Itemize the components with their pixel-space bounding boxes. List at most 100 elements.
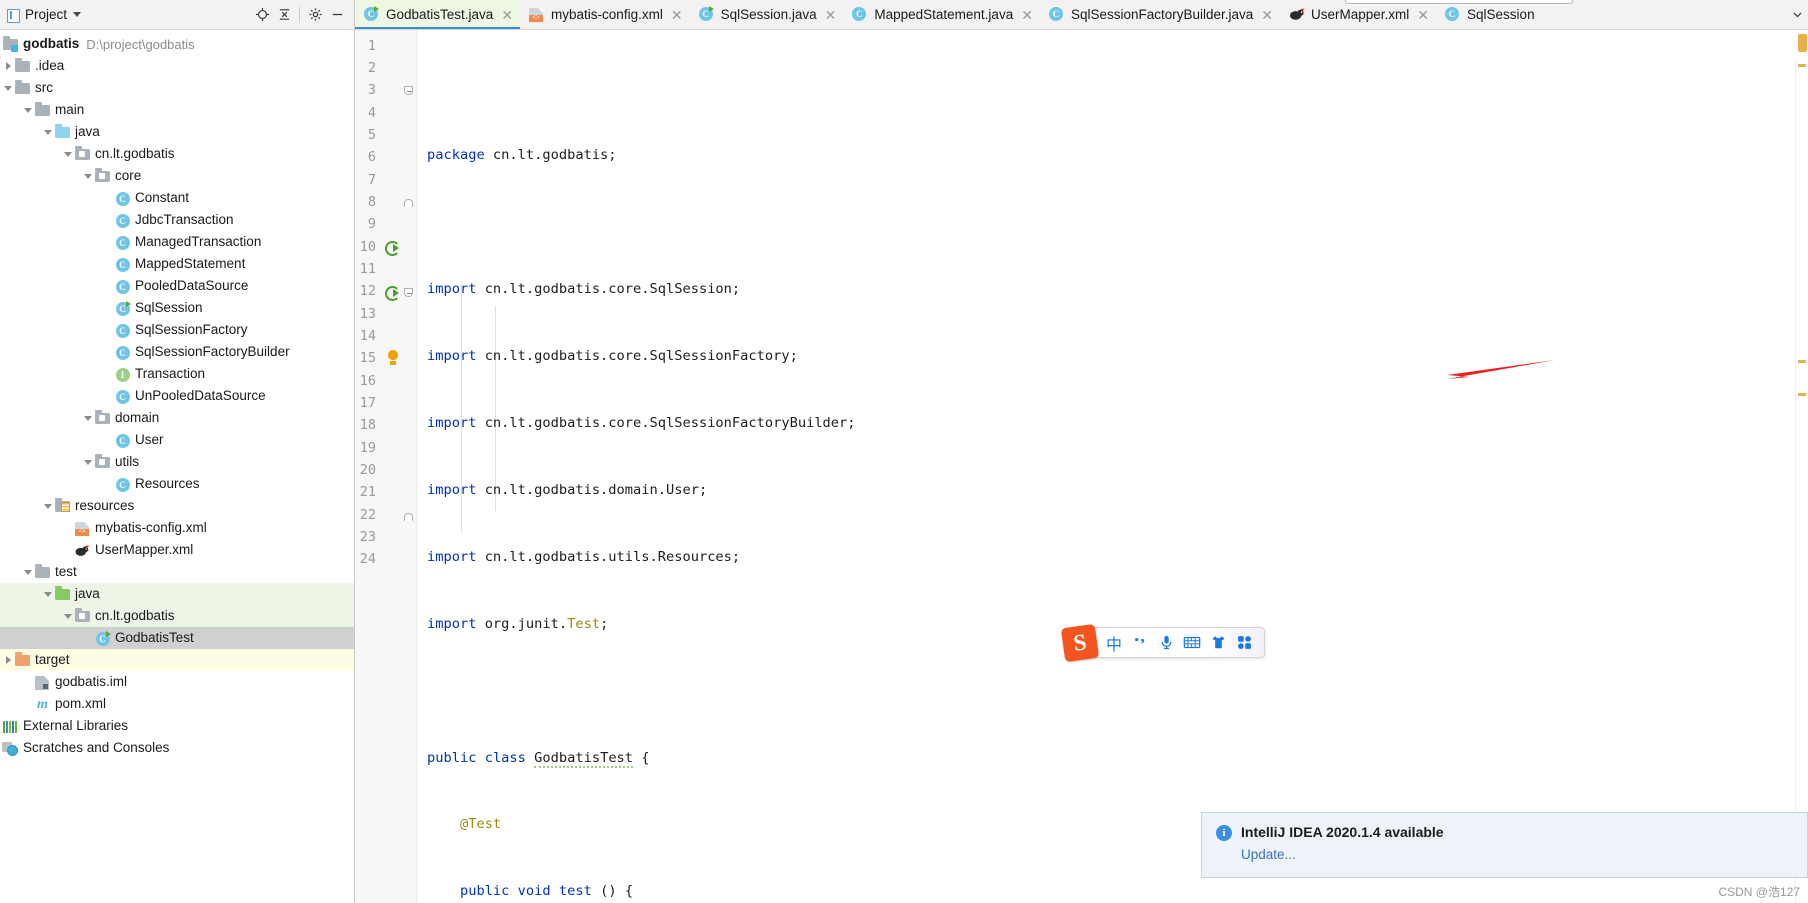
tab-sqlsession-java[interactable]: C SqlSession.java ✕ — [690, 0, 844, 29]
tree-row-utils[interactable]: utils — [0, 451, 354, 473]
editor-gutter[interactable]: 1 2 3 4 5 6 7 8 9 10 11 12 13 14 15 16 1… — [355, 30, 417, 903]
punctuation-icon[interactable] — [1127, 630, 1153, 656]
chevron-right-icon[interactable] — [2, 649, 14, 671]
chevron-down-icon[interactable] — [62, 143, 74, 165]
fold-method-start[interactable] — [403, 284, 415, 302]
tab-sqlsession-partial[interactable]: C SqlSession — [1436, 0, 1542, 29]
close-icon[interactable]: ✕ — [1417, 8, 1429, 22]
tree-row-mappedstatement[interactable]: C MappedStatement — [0, 253, 354, 275]
chevron-down-icon[interactable] — [42, 583, 54, 605]
close-icon[interactable]: ✕ — [825, 8, 837, 22]
package-icon — [74, 608, 91, 625]
tree-row-domain[interactable]: domain — [0, 407, 354, 429]
tree-row-scratches[interactable]: Scratches and Consoles — [0, 737, 354, 759]
tree-row-resources-folder[interactable]: resources — [0, 495, 354, 517]
class-icon: C — [114, 234, 131, 251]
tree-row-test-java[interactable]: java — [0, 583, 354, 605]
tree-row-resources-class[interactable]: C Resources — [0, 473, 354, 495]
soft-keyboard-icon[interactable] — [1179, 630, 1205, 656]
update-link[interactable]: Update... — [1241, 847, 1793, 862]
settings-icon[interactable] — [304, 4, 326, 26]
tree-row-main-java[interactable]: java — [0, 121, 354, 143]
collapse-all-icon[interactable] — [273, 4, 295, 26]
tree-label: Transaction — [135, 366, 206, 381]
chevron-down-icon[interactable] — [82, 165, 94, 187]
code-text[interactable]: package cn.lt.godbatis; import cn.lt.god… — [417, 30, 1808, 903]
tree-row-godbatistest[interactable]: C GodbatisTest — [0, 627, 354, 649]
tree-row-sqlsession[interactable]: C SqlSession — [0, 297, 354, 319]
marker-warning[interactable] — [1798, 393, 1806, 396]
tab-mappedstatement-java[interactable]: C MappedStatement.java ✕ — [843, 0, 1040, 29]
marker-warning[interactable] — [1798, 360, 1806, 363]
fold-method-end[interactable] — [403, 508, 415, 526]
close-icon[interactable]: ✕ — [1261, 8, 1273, 22]
tree-row-managedtransaction[interactable]: C ManagedTransaction — [0, 231, 354, 253]
tree-row-external-libraries[interactable]: External Libraries — [0, 715, 354, 737]
tree-row-package-main[interactable]: cn.lt.godbatis — [0, 143, 354, 165]
close-icon[interactable]: ✕ — [1021, 8, 1033, 22]
locate-icon[interactable] — [251, 4, 273, 26]
intention-bulb-icon[interactable] — [386, 350, 404, 368]
tab-mybatis-config-xml[interactable]: mybatis-config.xml ✕ — [520, 0, 690, 29]
tree-row-mybatis-config[interactable]: mybatis-config.xml — [0, 517, 354, 539]
tree-row-transaction[interactable]: I Transaction — [0, 363, 354, 385]
project-tree[interactable]: godbatis D:\project\godbatis .idea src m… — [0, 30, 354, 903]
chevron-right-icon[interactable] — [2, 55, 14, 77]
microphone-icon[interactable] — [1153, 630, 1179, 656]
tree-row-jdbctransaction[interactable]: C JdbcTransaction — [0, 209, 354, 231]
tree-row-sqlsessionfactorybuilder[interactable]: C SqlSessionFactoryBuilder — [0, 341, 354, 363]
tree-row-test-package[interactable]: cn.lt.godbatis — [0, 605, 354, 627]
tree-label: Scratches and Consoles — [23, 740, 170, 755]
tree-row-src[interactable]: src — [0, 77, 354, 99]
chevron-down-icon[interactable] — [42, 121, 54, 143]
fold-import-end[interactable] — [403, 194, 415, 212]
tab-sqlsessionfactorybuilder-java[interactable]: C SqlSessionFactoryBuilder.java ✕ — [1040, 0, 1280, 29]
editor-marker-strip[interactable] — [1795, 60, 1808, 903]
chevron-down-icon[interactable] — [22, 99, 34, 121]
scrollbar-thumb[interactable] — [1798, 34, 1807, 52]
chevron-down-icon[interactable] — [73, 12, 82, 17]
tree-row-project-root[interactable]: godbatis D:\project\godbatis — [0, 33, 354, 55]
tab-godbatistest-java[interactable]: C GodbatisTest.java ✕ — [355, 0, 521, 29]
tree-row-usermapper[interactable]: UserMapper.xml — [0, 539, 354, 561]
class-icon: C — [114, 322, 131, 339]
run-method-icon[interactable] — [385, 285, 403, 303]
chevron-down-icon[interactable] — [62, 605, 74, 627]
tree-row-godbatis-iml[interactable]: godbatis.iml — [0, 671, 354, 693]
tree-row-target[interactable]: target — [0, 649, 354, 671]
tree-row-core[interactable]: core — [0, 165, 354, 187]
hide-icon[interactable] — [326, 4, 348, 26]
tree-row-sqlsessionfactory[interactable]: C SqlSessionFactory — [0, 319, 354, 341]
chinese-mode-icon[interactable]: 中 — [1101, 630, 1127, 656]
chevron-down-icon[interactable] — [42, 495, 54, 517]
fold-import-start[interactable] — [403, 82, 415, 100]
tree-row-unpooleddatasource[interactable]: C UnPooledDataSource — [0, 385, 354, 407]
tree-row-main[interactable]: main — [0, 99, 354, 121]
apps-grid-icon[interactable] — [1231, 630, 1257, 656]
editor-tabbar[interactable]: C GodbatisTest.java ✕ mybatis-config.xml… — [355, 0, 1808, 30]
chevron-down-icon[interactable] — [82, 451, 94, 473]
code-text-span: cn.lt.godbatis.core.SqlSessionFactory; — [476, 348, 798, 365]
code-viewport[interactable]: 1 2 3 4 5 6 7 8 9 10 11 12 13 14 15 16 1… — [355, 30, 1808, 903]
marker-warning[interactable] — [1798, 64, 1806, 67]
tree-row-test[interactable]: test — [0, 561, 354, 583]
chevron-down-icon[interactable] — [1786, 0, 1808, 29]
tree-row-idea[interactable]: .idea — [0, 55, 354, 77]
chevron-down-icon[interactable] — [22, 561, 34, 583]
tab-usermapper-xml[interactable]: UserMapper.xml ✕ — [1280, 0, 1436, 29]
sogou-ime-toolbar[interactable]: S 中 — [1060, 623, 1265, 663]
tree-row-user[interactable]: C User — [0, 429, 354, 451]
close-icon[interactable]: ✕ — [501, 8, 513, 22]
tree-row-constant[interactable]: C Constant — [0, 187, 354, 209]
close-icon[interactable]: ✕ — [671, 8, 683, 22]
tree-row-pooleddatasource[interactable]: C PooledDataSource — [0, 275, 354, 297]
skin-icon[interactable] — [1205, 630, 1231, 656]
chevron-down-icon[interactable] — [82, 407, 94, 429]
chevron-down-icon[interactable] — [2, 77, 14, 99]
update-notification[interactable]: i IntelliJ IDEA 2020.1.4 available Updat… — [1201, 812, 1808, 878]
sogou-logo-icon[interactable]: S — [1060, 623, 1100, 663]
tree-label: godbatis.iml — [55, 674, 128, 689]
run-class-icon[interactable] — [385, 240, 403, 258]
tree-row-pom-xml[interactable]: m pom.xml — [0, 693, 354, 715]
